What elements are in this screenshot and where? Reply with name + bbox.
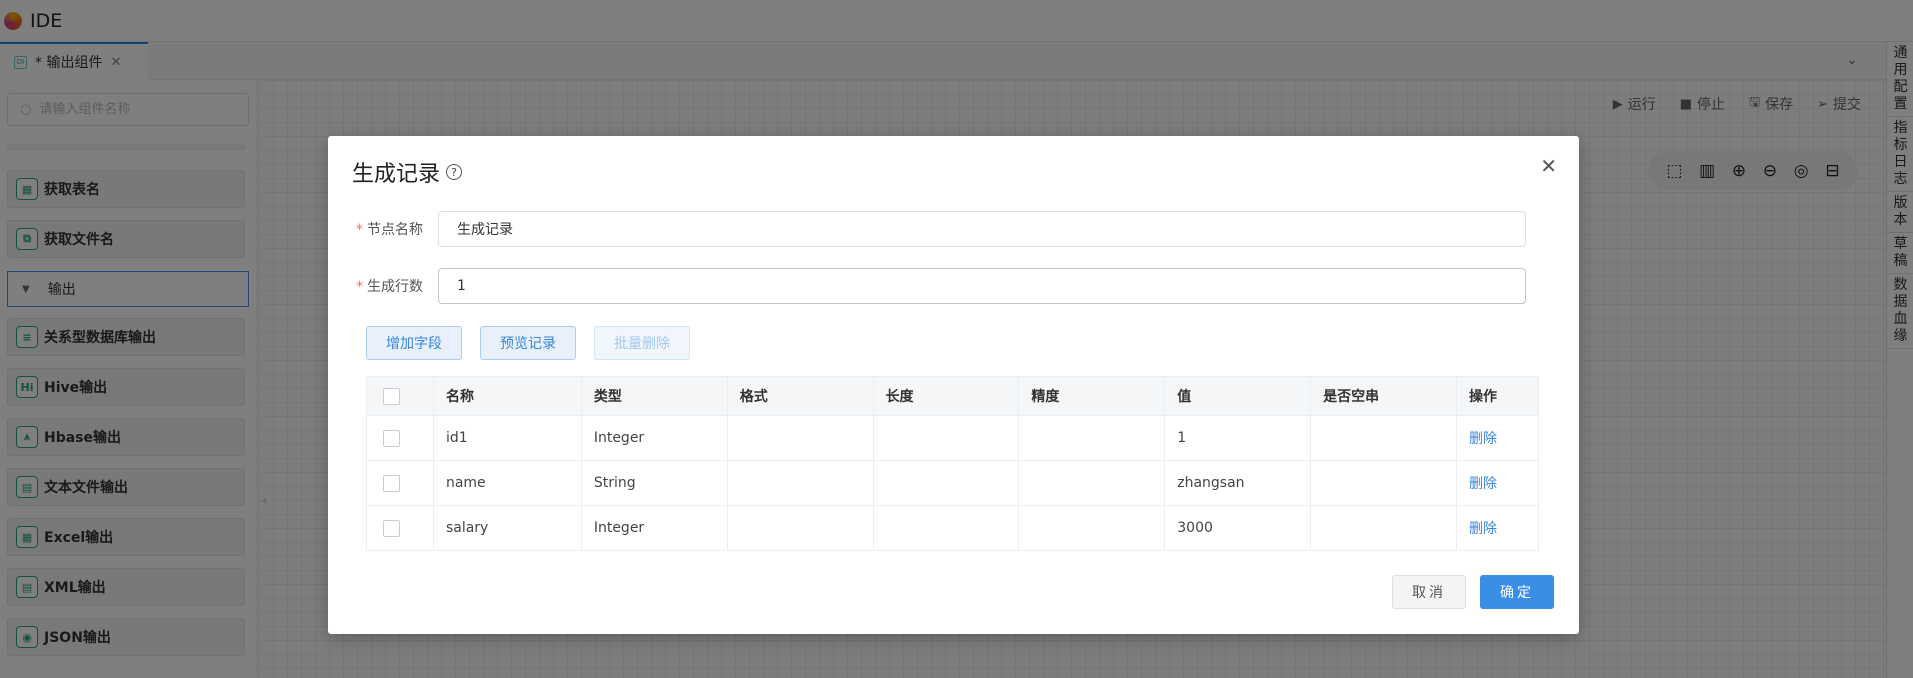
select-all-checkbox[interactable] [383,387,400,405]
cell-name: name [432,460,582,506]
stop-icon: ■ [1679,96,1693,112]
cell-length [872,415,1020,461]
cell-precision [1018,415,1166,461]
table-header: 名称 类型 格式 长度 精度值是否空串 操作 [366,376,1539,416]
batch-delete-button[interactable]: 批量删除 [594,326,690,360]
node-name-label: * 节点名称 [356,222,423,238]
cell-action: 删除 [1456,505,1539,551]
row-checkbox[interactable] [383,429,400,447]
cell-type: Integer [580,415,728,461]
cell-empty [1310,505,1457,551]
cell-action: 删除 [1456,460,1539,506]
confirm-button[interactable]: 确定 [1480,575,1554,609]
column-header: 是否空串 [1310,376,1457,416]
save-icon: 🖫 [1749,95,1761,110]
cell-empty [1310,460,1457,506]
cell-type: String [580,460,728,506]
node-name-input[interactable] [438,211,1526,247]
cell-empty [1310,415,1457,461]
cell-value: zhangsan [1164,460,1312,506]
select-all-cell [366,376,434,416]
table-row: id1 Integer 1 删除 [366,415,1539,461]
row-select-cell [366,415,434,461]
add-field-button[interactable]: 增加字段 [366,326,462,360]
cell-action: 删除 [1456,415,1539,461]
close-icon[interactable]: ✕ [1540,154,1557,178]
row-checkbox[interactable] [383,474,400,492]
delete-link[interactable]: 删除 [1469,476,1497,492]
cell-length [872,505,1020,551]
play-icon: ▶ [1612,96,1623,112]
stop-button[interactable]: ■ 停止 [1680,93,1725,115]
column-header: 名称 [432,376,582,416]
column-header: 格式 [726,376,874,416]
cell-format [726,460,874,506]
row-select-cell [366,505,434,551]
dialog-footer: 取消 确定 [1392,575,1554,609]
column-header: 类型 [580,376,728,416]
dialog-title: 生成记录 ? [352,156,463,188]
row-checkbox[interactable] [383,519,400,537]
cell-name: salary [432,505,582,551]
cell-type: Integer [580,505,728,551]
column-header: 长度 [872,376,1020,416]
node-name-row: * 节点名称 [328,211,1579,247]
canvas-toolbar: ▶ 运行 ■ 停止 🖫 保存 ➢ 提交 [1613,93,1861,115]
table-row: name String zhangsan 删除 [366,460,1539,506]
column-header: 精度 [1018,376,1166,416]
fields-table: 名称 类型 格式 长度 精度值是否空串 操作 id1 Integer 1 删除 name Strin… [366,376,1539,551]
cell-length [872,460,1020,506]
preview-records-button[interactable]: 预览记录 [480,326,576,360]
rows-count-row: * 生成行数 [328,268,1579,304]
generate-records-dialog: 生成记录 ? ✕ *节点名称 *生成行数 增加字段 预览记录 批量删除 名称类型… [328,136,1579,634]
submit-button[interactable]: ➢ 提交 [1817,93,1861,115]
delete-link[interactable]: 删除 [1469,431,1497,447]
save-button[interactable]: 🖫 保存 [1749,93,1793,115]
column-header: 值 [1164,376,1312,416]
rows-count-input[interactable] [438,268,1526,304]
cell-name: id1 [432,415,582,461]
cell-format [726,505,874,551]
table-row: salary Integer 3000 删除 [366,505,1539,551]
cell-precision [1018,505,1166,551]
run-button[interactable]: ▶ 运行 [1613,93,1656,115]
field-actions: 增加字段 预览记录 批量删除 [366,326,690,360]
cell-precision [1018,460,1166,506]
cell-value: 3000 [1164,505,1312,551]
help-icon[interactable]: ? [446,164,463,180]
cancel-button[interactable]: 取消 [1392,575,1466,609]
column-header: 操作 [1456,376,1539,416]
cell-value: 1 [1164,415,1312,461]
rows-count-label: * 生成行数 [356,279,423,295]
delete-link[interactable]: 删除 [1469,521,1497,537]
row-select-cell [366,460,434,506]
cell-format [726,415,874,461]
send-icon: ➢ [1817,96,1828,112]
